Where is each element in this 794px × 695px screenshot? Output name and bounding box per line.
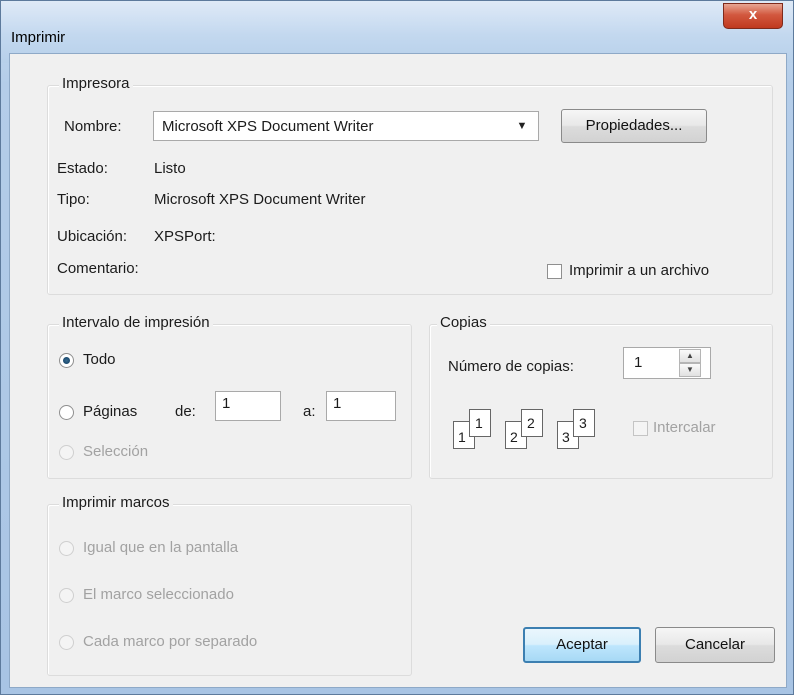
range-to-input[interactable]: 1 (326, 391, 396, 421)
print-to-file-label[interactable]: Imprimir a un archivo (569, 262, 709, 279)
collate-number: 1 (458, 429, 466, 445)
type-value: Microsoft XPS Document Writer (154, 191, 366, 208)
range-pages-label[interactable]: Páginas (83, 403, 137, 420)
spin-down-icon[interactable]: ▼ (679, 363, 701, 377)
range-to-label: a: (303, 403, 316, 420)
range-pages-radio[interactable] (59, 405, 74, 420)
close-icon: x (748, 6, 758, 23)
frames-each-radio[interactable] (59, 635, 74, 650)
cancel-button[interactable]: Cancelar (655, 627, 775, 663)
location-label: Ubicación: (57, 228, 128, 245)
status-label: Estado: (57, 160, 108, 177)
location-value: XPSPort: (154, 228, 216, 245)
collate-icon: 1 1 2 2 3 3 (453, 409, 613, 459)
type-label: Tipo: (57, 191, 90, 208)
copies-count-value: 1 (634, 354, 643, 371)
ok-button[interactable]: Aceptar (523, 627, 641, 663)
printer-name-dropdown[interactable]: Microsoft XPS Document Writer ▼ (153, 111, 539, 141)
collate-number: 2 (527, 415, 535, 431)
range-from-input[interactable]: 1 (215, 391, 281, 421)
print-frames-group-label: Imprimir marcos (59, 494, 173, 511)
printer-name-label: Nombre: (64, 118, 122, 135)
collate-number: 3 (579, 415, 587, 431)
printer-group-label: Impresora (59, 75, 133, 92)
collate-checkbox[interactable] (633, 421, 648, 436)
range-all-radio[interactable] (59, 353, 74, 368)
frames-same-label: Igual que en la pantalla (83, 539, 239, 556)
properties-button[interactable]: Propiedades... (561, 109, 707, 143)
print-dialog-window: Imprimir x Impresora Nombre: Microsoft X… (0, 0, 794, 695)
range-to-value: 1 (333, 395, 342, 412)
copies-group-label: Copias (437, 314, 490, 331)
status-value: Listo (154, 160, 186, 177)
chevron-down-icon: ▼ (516, 120, 528, 132)
copies-count-label: Número de copias: (448, 358, 574, 375)
collate-number: 3 (562, 429, 570, 445)
range-selection-label: Selección (83, 443, 149, 460)
copies-spinner[interactable]: ▲ ▼ (679, 347, 709, 379)
comment-label: Comentario: (57, 260, 139, 277)
collate-number: 1 (475, 415, 483, 431)
close-button[interactable]: x (723, 3, 783, 29)
frames-same-radio[interactable] (59, 541, 74, 556)
radio-selected-icon (63, 357, 70, 364)
spin-up-icon[interactable]: ▲ (679, 349, 701, 363)
range-selection-radio[interactable] (59, 445, 74, 460)
print-to-file-checkbox[interactable] (547, 264, 562, 279)
frames-each-label: Cada marco por separado (83, 633, 258, 650)
printer-name-value: Microsoft XPS Document Writer (162, 118, 374, 135)
frames-selected-label: El marco seleccionado (83, 586, 234, 603)
frames-selected-radio[interactable] (59, 588, 74, 603)
range-from-label: de: (175, 403, 196, 420)
collate-number: 2 (510, 429, 518, 445)
print-range-group-label: Intervalo de impresión (59, 314, 213, 331)
collate-label: Intercalar (653, 419, 716, 436)
window-title: Imprimir (11, 29, 66, 46)
range-all-label[interactable]: Todo (83, 351, 116, 368)
range-from-value: 1 (222, 395, 231, 412)
